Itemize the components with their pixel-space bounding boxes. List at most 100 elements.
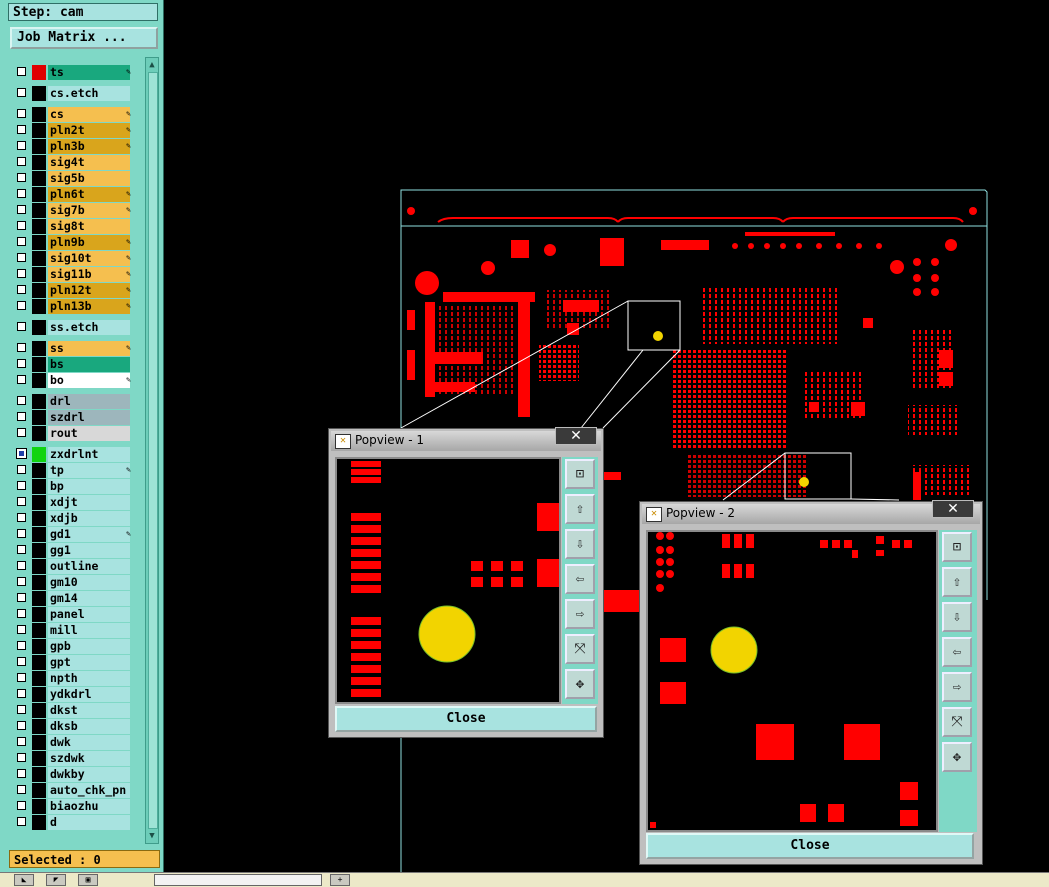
layer-name[interactable]: bp [48, 479, 130, 494]
layer-color-swatch[interactable] [32, 171, 46, 186]
layer-checkbox[interactable] [17, 625, 26, 634]
layer-checkbox[interactable] [17, 205, 26, 214]
layer-row-gg1[interactable]: gg1 [12, 543, 133, 558]
layer-color-swatch[interactable] [32, 155, 46, 170]
pan-down-icon[interactable]: ⇩ [565, 529, 595, 559]
pan-right-icon[interactable]: ⇨ [942, 672, 972, 702]
layer-checkbox[interactable] [17, 497, 26, 506]
layer-name[interactable]: drl [48, 394, 130, 409]
layer-color-swatch[interactable] [32, 463, 46, 478]
layer-color-swatch[interactable] [32, 671, 46, 686]
layer-color-swatch[interactable] [32, 767, 46, 782]
popview-1-close-icon[interactable]: ✕ [555, 427, 597, 445]
layer-name[interactable]: ss.etch [48, 320, 130, 335]
zoom-in-icon[interactable]: ⤧ [942, 707, 972, 737]
popview-2-window[interactable]: ✕ Popview - 2 ✕ ⊡ ⇧ ⇩ ⇦ ⇨ ⤧ ✥ Close [639, 500, 983, 865]
layer-checkbox[interactable] [17, 577, 26, 586]
layer-checkbox[interactable] [17, 189, 26, 198]
layer-row-dksb[interactable]: dksb [12, 719, 133, 734]
layer-row-cs[interactable]: cs ✎ [12, 107, 133, 122]
layer-name[interactable]: biaozhu [48, 799, 130, 814]
layer-checkbox[interactable] [17, 705, 26, 714]
layer-color-swatch[interactable] [32, 219, 46, 234]
layer-row-ss-etch[interactable]: ss.etch [12, 320, 133, 335]
layer-checkbox[interactable] [17, 721, 26, 730]
layer-checkbox[interactable] [17, 801, 26, 810]
toolbar-icon[interactable]: ▣ [78, 874, 98, 886]
layer-checkbox[interactable] [17, 396, 26, 405]
layer-checkbox[interactable] [17, 359, 26, 368]
layer-name[interactable]: auto_chk_pn [48, 783, 130, 798]
popview-2-close-button[interactable]: Close [646, 833, 974, 859]
layer-name[interactable]: cs.etch [48, 86, 130, 101]
layer-row-sig4t[interactable]: sig4t [12, 155, 133, 170]
layer-name[interactable]: pln6t [48, 187, 130, 202]
layer-checkbox[interactable] [17, 375, 26, 384]
layer-name[interactable]: dwkby [48, 767, 130, 782]
layer-name[interactable]: dksb [48, 719, 130, 734]
layer-color-swatch[interactable] [32, 703, 46, 718]
layer-checkbox[interactable] [17, 157, 26, 166]
popview-2-close-icon[interactable]: ✕ [932, 500, 974, 518]
layer-name[interactable]: bo [48, 373, 130, 388]
layer-name[interactable]: d [48, 815, 130, 830]
layer-checkbox[interactable] [17, 141, 26, 150]
layer-color-swatch[interactable] [32, 299, 46, 314]
layer-checkbox[interactable] [17, 657, 26, 666]
zoom-out-icon[interactable]: ✥ [565, 669, 595, 699]
layer-list-scrollbar[interactable]: ▲ ▼ [145, 57, 159, 844]
layer-checkbox[interactable] [17, 593, 26, 602]
layer-checkbox[interactable] [17, 173, 26, 182]
layer-name[interactable]: bs [48, 357, 130, 372]
layer-color-swatch[interactable] [32, 410, 46, 425]
layer-row-sig11b[interactable]: sig11b ✎ [12, 267, 133, 282]
layer-row-sig5b[interactable]: sig5b [12, 171, 133, 186]
layer-row-zxdrlnt[interactable]: zxdrlnt [12, 447, 133, 462]
zoom-fit-icon[interactable]: ⊡ [942, 532, 972, 562]
layer-row-gm14[interactable]: gm14 [12, 591, 133, 606]
layer-name[interactable]: sig7b [48, 203, 130, 218]
layer-name[interactable]: gg1 [48, 543, 130, 558]
layer-row-sig8t[interactable]: sig8t [12, 219, 133, 234]
layer-color-swatch[interactable] [32, 623, 46, 638]
layer-color-swatch[interactable] [32, 527, 46, 542]
layer-color-swatch[interactable] [32, 815, 46, 830]
layer-color-swatch[interactable] [32, 655, 46, 670]
layer-name[interactable]: szdrl [48, 410, 130, 425]
pan-down-icon[interactable]: ⇩ [942, 602, 972, 632]
layer-checkbox[interactable] [17, 609, 26, 618]
layer-row-pln12t[interactable]: pln12t ✎ [12, 283, 133, 298]
layer-color-swatch[interactable] [32, 687, 46, 702]
layer-name[interactable]: gm14 [48, 591, 130, 606]
layer-checkbox[interactable] [17, 109, 26, 118]
layer-row-szdwk[interactable]: szdwk [12, 751, 133, 766]
layer-row-dkst[interactable]: dkst [12, 703, 133, 718]
layer-checkbox[interactable] [17, 785, 26, 794]
layer-row-outline[interactable]: outline [12, 559, 133, 574]
layer-row-mill[interactable]: mill [12, 623, 133, 638]
layer-name[interactable]: dkst [48, 703, 130, 718]
layer-checkbox[interactable] [17, 253, 26, 262]
layer-name[interactable]: rout [48, 426, 130, 441]
layer-row-pln13b[interactable]: pln13b ✎ [12, 299, 133, 314]
layer-checkbox[interactable] [17, 641, 26, 650]
layer-color-swatch[interactable] [32, 203, 46, 218]
layer-name[interactable]: szdwk [48, 751, 130, 766]
layer-color-swatch[interactable] [32, 575, 46, 590]
layer-name[interactable]: pln9b [48, 235, 130, 250]
layer-row-bo[interactable]: bo ✎ [12, 373, 133, 388]
layer-color-swatch[interactable] [32, 235, 46, 250]
layer-color-swatch[interactable] [32, 139, 46, 154]
layer-color-swatch[interactable] [32, 543, 46, 558]
layer-row-xdjt[interactable]: xdjt [12, 495, 133, 510]
layer-checkbox[interactable] [17, 817, 26, 826]
toolbar-icon[interactable]: + [330, 874, 350, 886]
layer-name[interactable]: gpb [48, 639, 130, 654]
layer-name[interactable]: gd1 [48, 527, 130, 542]
layer-row-panel[interactable]: panel [12, 607, 133, 622]
pan-left-icon[interactable]: ⇦ [942, 637, 972, 667]
layer-checkbox[interactable] [17, 269, 26, 278]
layer-name[interactable]: tp [48, 463, 130, 478]
zoom-out-icon[interactable]: ✥ [942, 742, 972, 772]
scroll-thumb[interactable] [148, 72, 158, 829]
